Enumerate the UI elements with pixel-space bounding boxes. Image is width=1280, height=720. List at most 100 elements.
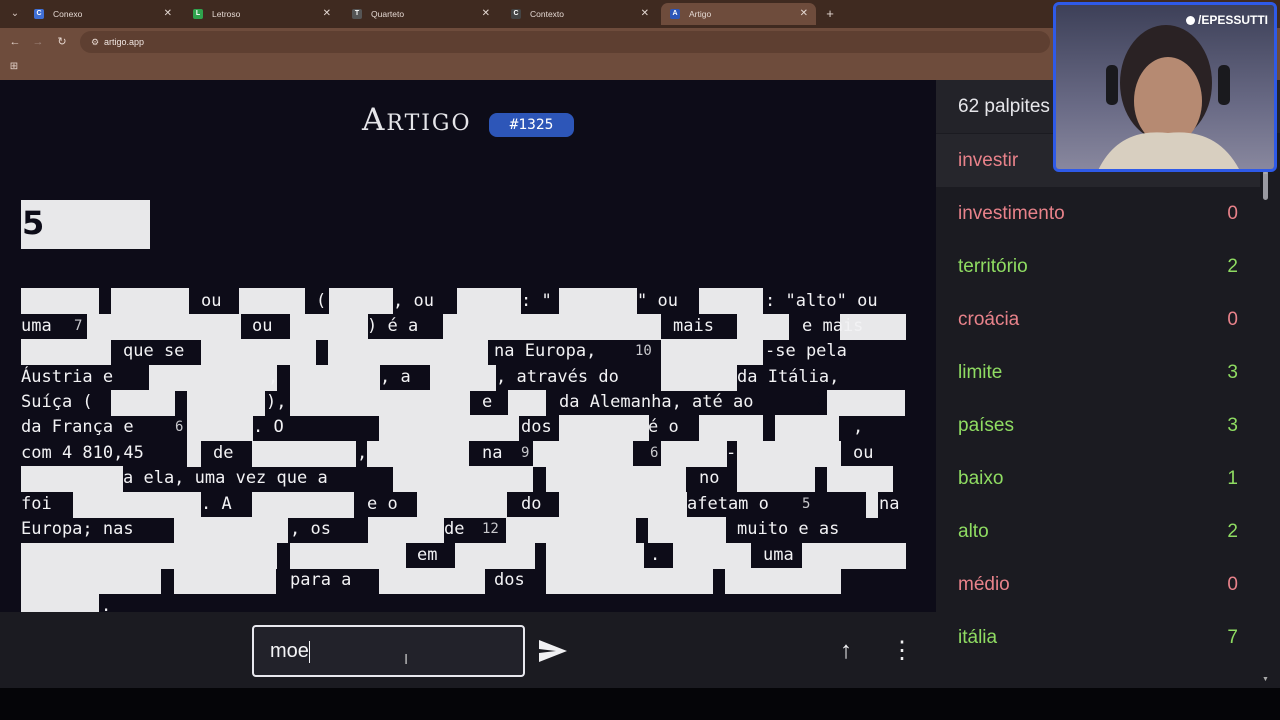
redacted-word[interactable] [737,441,841,467]
tab-close-icon[interactable]: ✕ [641,3,649,25]
tab-close-icon[interactable]: ✕ [482,3,490,25]
text-cursor-icon: I [404,651,409,668]
redacted-word[interactable] [457,288,521,314]
redacted-word[interactable] [290,390,470,416]
redacted-word[interactable] [21,543,149,569]
tab-close-icon[interactable]: ✕ [164,3,172,25]
redacted-word[interactable] [866,492,878,518]
redacted-word[interactable] [21,288,99,314]
redacted-word[interactable] [239,288,305,314]
redacted-word[interactable] [379,415,519,441]
redacted-word[interactable] [379,568,485,594]
guess-row-3[interactable]: croácia 0 [936,293,1260,346]
redacted-word[interactable] [163,314,241,340]
redacted-word[interactable] [111,288,189,314]
guess-row-8[interactable]: médio 0 [936,558,1260,611]
redacted-word[interactable] [187,390,265,416]
scroll-down-icon[interactable]: ▼ [1262,676,1270,683]
scroll-up-arrow-icon[interactable]: ↑ [833,637,859,665]
redacted-word[interactable] [506,517,636,543]
more-options-icon[interactable]: ⋮ [890,637,914,665]
redacted-word[interactable] [174,568,276,594]
redacted-word[interactable] [187,441,201,467]
redacted-word[interactable] [737,466,815,492]
redacted-word[interactable] [673,543,751,569]
apps-grid-icon[interactable]: ⊞ [7,60,21,74]
redacted-word[interactable] [21,339,111,365]
tab-search-chevron-icon[interactable]: ⌄ [6,5,24,23]
redacted-word[interactable] [802,543,906,569]
tab-close-icon[interactable]: ✕ [323,3,331,25]
redacted-word[interactable] [149,543,277,569]
redacted-word[interactable] [661,339,763,365]
redacted-word[interactable] [21,466,123,492]
redacted-word[interactable] [290,543,406,569]
tab-close-icon[interactable]: ✕ [800,3,808,25]
tab-letroso[interactable]: L Letroso ✕ [184,3,339,25]
redacted-word[interactable] [546,543,644,569]
guess-row-6[interactable]: baixo 1 [936,452,1260,505]
revealed-word: ), [266,392,287,412]
revealed-word: afetam o [687,494,769,514]
redacted-word[interactable] [417,492,507,518]
redacted-word[interactable] [201,339,316,365]
redacted-word[interactable] [290,314,368,340]
guess-row-4[interactable]: limite 3 [936,346,1260,399]
tab-artigo[interactable]: A Artigo ✕ [661,3,816,25]
redacted-word[interactable] [21,568,161,594]
redacted-word[interactable] [559,415,649,441]
guess-row-7[interactable]: alto 2 [936,505,1260,558]
redacted-word[interactable] [174,517,288,543]
tab-quarteto[interactable]: T Quarteto ✕ [343,3,498,25]
redacted-word[interactable] [533,314,661,340]
redacted-word[interactable] [648,517,726,543]
redacted-word[interactable] [699,288,763,314]
redacted-word[interactable] [699,415,763,441]
guess-row-2[interactable]: território 2 [936,240,1260,293]
redacted-word[interactable] [533,441,633,467]
redacted-word[interactable] [430,365,496,391]
redacted-word[interactable] [149,365,277,391]
guess-row-1[interactable]: investimento 0 [936,187,1260,240]
redacted-word[interactable] [827,390,905,416]
redacted-word[interactable] [21,594,99,612]
reload-icon[interactable]: ↻ [53,33,71,51]
redacted-word[interactable] [546,466,686,492]
redacted-word[interactable] [737,314,789,340]
back-icon[interactable]: ← [6,33,24,51]
redacted-word[interactable] [187,415,253,441]
forward-icon[interactable]: → [29,33,47,51]
redacted-word[interactable] [393,466,533,492]
guess-row-9[interactable]: itália 7 [936,611,1260,664]
redacted-word[interactable] [87,314,165,340]
redacted-word[interactable] [508,390,546,416]
redacted-word[interactable] [73,492,201,518]
redacted-word[interactable] [725,568,841,594]
redacted-word[interactable] [623,568,713,594]
redacted-word[interactable] [455,543,535,569]
guess-row-5[interactable]: países 3 [936,399,1260,452]
redacted-word[interactable] [827,466,893,492]
send-icon[interactable] [538,638,568,664]
tab-contexto[interactable]: C Contexto ✕ [502,3,657,25]
redacted-word[interactable] [328,339,488,365]
redacted-word[interactable] [368,517,444,543]
redacted-word[interactable] [559,288,637,314]
redacted-word[interactable] [329,288,393,314]
redacted-word[interactable] [559,492,687,518]
redacted-word[interactable] [775,415,839,441]
address-bar[interactable]: ⚙ artigo.app [80,31,1050,53]
redacted-word[interactable] [367,441,469,467]
redacted-word[interactable] [661,365,737,391]
redacted-word[interactable] [661,441,727,467]
redacted-word[interactable] [111,390,175,416]
site-info-icon[interactable]: ⚙ [88,35,102,49]
redacted-word[interactable] [443,314,533,340]
new-tab-button[interactable]: + [822,3,838,25]
redacted-word[interactable] [252,492,354,518]
redacted-word[interactable] [252,441,356,467]
redacted-word[interactable] [546,568,624,594]
redacted-word[interactable] [290,365,380,391]
tab-conexo[interactable]: C Conexo ✕ [25,3,180,25]
guess-input[interactable]: moe [252,625,525,677]
